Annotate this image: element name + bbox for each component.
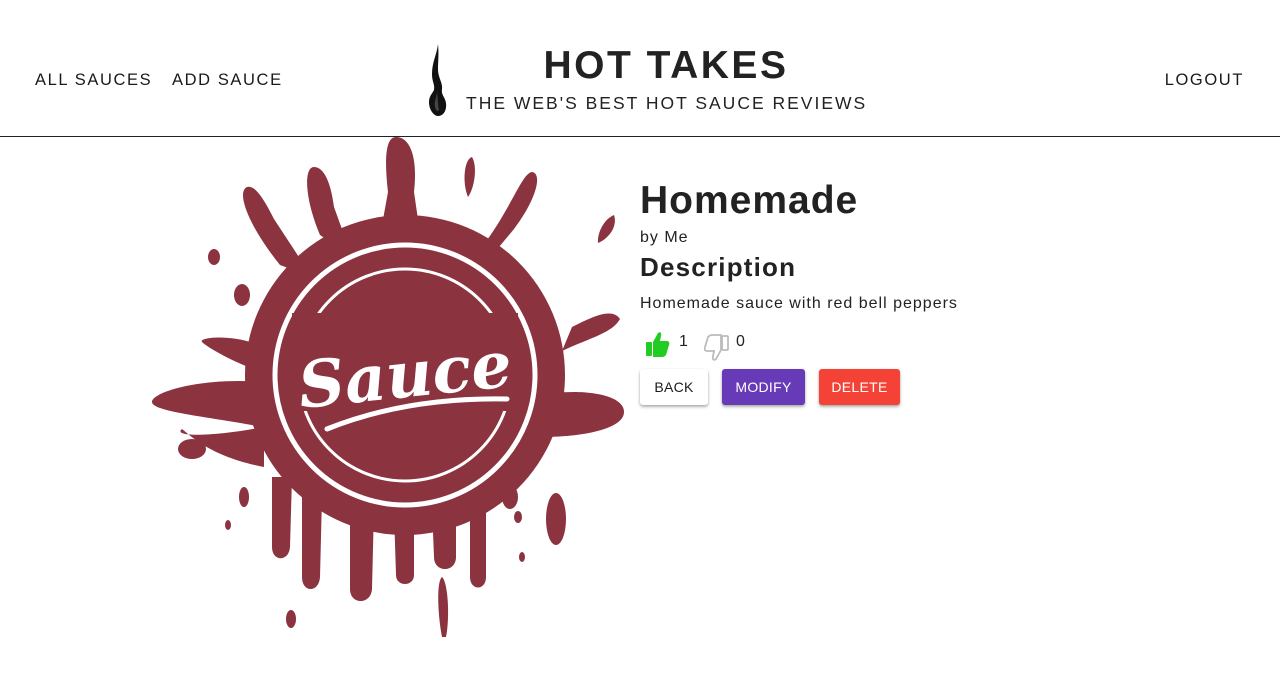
sauce-description: Homemade sauce with red bell peppers [640, 295, 958, 312]
sauce-manufacturer: by Me [640, 229, 689, 246]
votes-bar: 1 0 [640, 328, 840, 363]
site-tagline: THE WEB'S BEST HOT SAUCE REVIEWS [466, 93, 868, 113]
modify-button[interactable]: MODIFY [722, 369, 805, 405]
nav-add-sauce-link[interactable]: ADD SAUCE [172, 71, 283, 90]
back-button[interactable]: BACK [640, 369, 708, 405]
flame-icon [429, 44, 447, 116]
thumbs-down-icon[interactable] [704, 333, 730, 363]
sauce-details: Homemade by Me Description Homemade sauc… [640, 178, 1240, 313]
sauce-name: Homemade [640, 179, 859, 222]
logout-link[interactable]: LOGOUT [1165, 71, 1244, 90]
site-header: ALL SAUCES ADD SAUCE HOT TAKES THE WEB'S… [0, 0, 1280, 137]
likes-count: 1 [679, 333, 688, 350]
sauce-image: Sauce [152, 137, 624, 637]
delete-button[interactable]: DELETE [819, 369, 900, 405]
thumbs-up-icon[interactable] [644, 329, 670, 359]
dislikes-count: 0 [736, 333, 745, 350]
nav-all-sauces-link[interactable]: ALL SAUCES [35, 71, 152, 90]
site-title: HOT TAKES [543, 44, 789, 87]
description-heading: Description [640, 252, 797, 282]
